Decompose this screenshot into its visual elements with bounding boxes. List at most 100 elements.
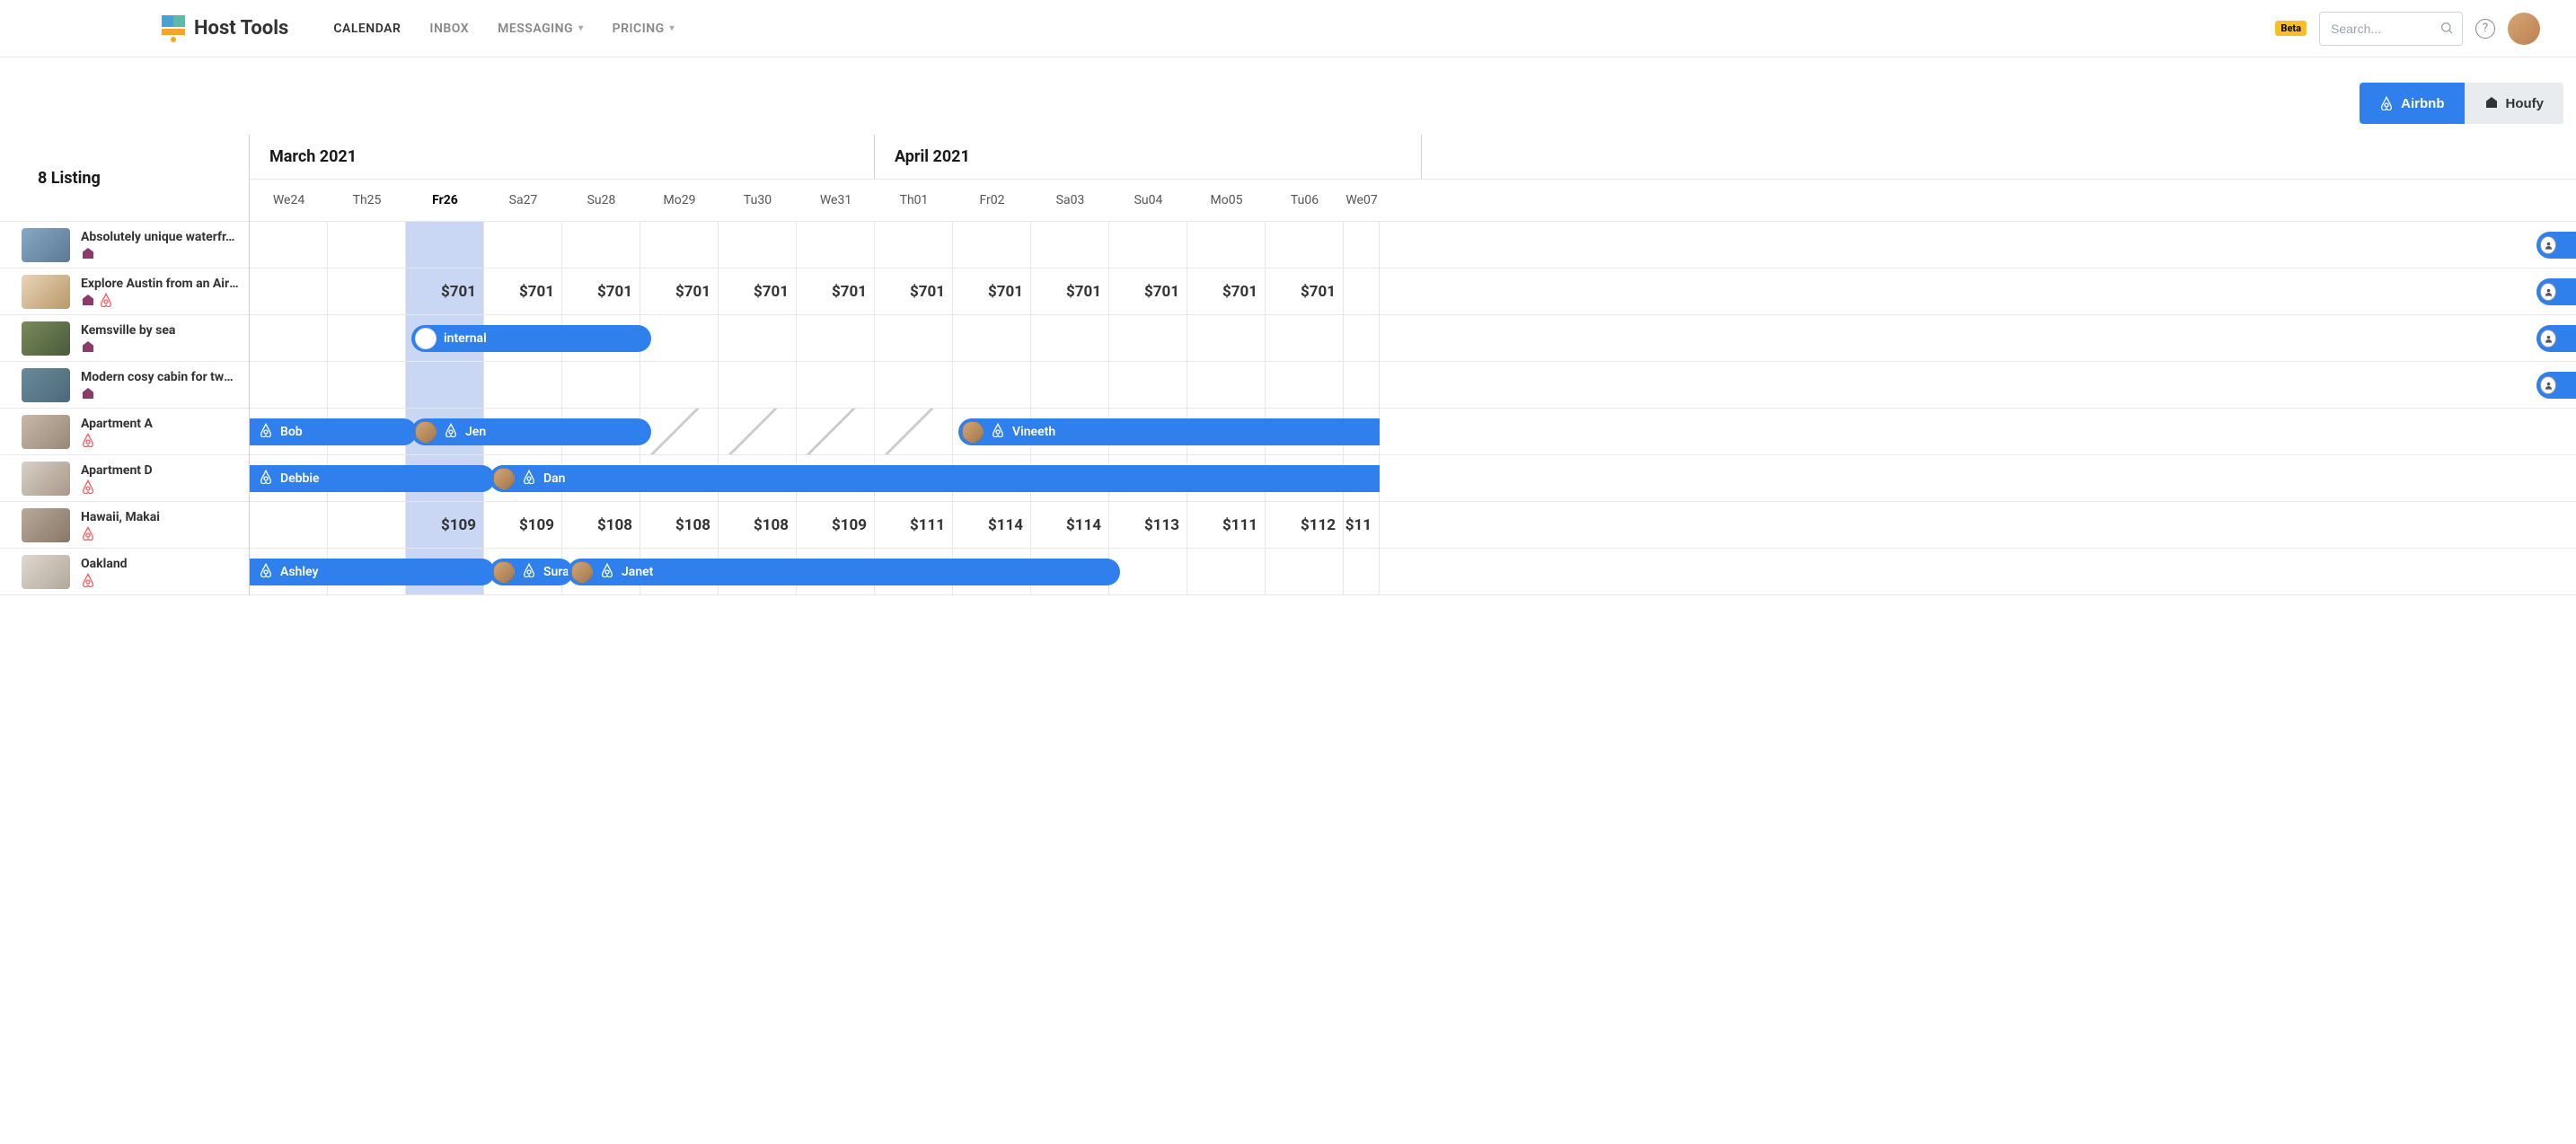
calendar-cell[interactable] — [797, 315, 875, 361]
calendar-cell[interactable] — [406, 222, 484, 268]
help-icon[interactable]: ? — [2475, 19, 2495, 39]
calendar-cell[interactable] — [328, 268, 406, 314]
calendar-cell[interactable] — [1109, 222, 1187, 268]
calendar-cell[interactable] — [1031, 222, 1109, 268]
calendar-cell[interactable] — [640, 362, 719, 408]
calendar-cell[interactable] — [250, 315, 328, 361]
calendar-cell[interactable] — [250, 502, 328, 548]
calendar-cell[interactable]: $701 — [1031, 268, 1109, 314]
calendar-cell[interactable] — [1266, 315, 1344, 361]
calendar-cell[interactable] — [719, 409, 797, 454]
booking-bar[interactable]: internal — [411, 325, 651, 352]
calendar-cell[interactable] — [406, 362, 484, 408]
calendar-cell[interactable]: $701 — [953, 268, 1031, 314]
listing-row[interactable]: Hawaii, Makai — [0, 502, 249, 549]
calendar-cell[interactable] — [1344, 549, 1380, 594]
calendar-cell[interactable] — [1344, 222, 1380, 268]
calendar-cell[interactable] — [1031, 315, 1109, 361]
booking-bar[interactable]: Debbie — [250, 465, 495, 492]
calendar-cell[interactable]: $111 — [875, 502, 953, 548]
calendar-cell[interactable] — [1266, 362, 1344, 408]
calendar-cell[interactable] — [875, 315, 953, 361]
calendar-cell[interactable] — [797, 222, 875, 268]
calendar-cell[interactable] — [719, 315, 797, 361]
row-booking-pills[interactable] — [2536, 278, 2576, 305]
calendar-cell[interactable]: $109 — [406, 502, 484, 548]
calendar-cell[interactable] — [797, 362, 875, 408]
calendar-cell[interactable] — [875, 409, 953, 454]
listing-row[interactable]: Absolutely unique waterfr… — [0, 222, 249, 268]
calendar-cell[interactable] — [719, 222, 797, 268]
listing-row[interactable]: Apartment D — [0, 455, 249, 502]
calendar-cell[interactable] — [562, 222, 640, 268]
calendar-cell[interactable]: $701 — [1187, 268, 1266, 314]
calendar-cell[interactable]: $701 — [562, 268, 640, 314]
calendar-cell[interactable] — [1031, 362, 1109, 408]
calendar-cell[interactable] — [1187, 315, 1266, 361]
calendar-cell[interactable] — [1109, 362, 1187, 408]
calendar-cell[interactable]: $701 — [1109, 268, 1187, 314]
calendar-cell[interactable] — [484, 362, 562, 408]
calendar-cell[interactable]: $701 — [484, 268, 562, 314]
booking-bar[interactable]: Ashley — [250, 559, 495, 585]
calendar-cell[interactable]: $114 — [953, 502, 1031, 548]
calendar-cell[interactable]: $11 — [1344, 502, 1380, 548]
booking-bar[interactable]: Bob — [250, 418, 417, 445]
calendar-cell[interactable]: $701 — [406, 268, 484, 314]
calendar-cell[interactable]: $701 — [1266, 268, 1344, 314]
calendar-cell[interactable]: $701 — [875, 268, 953, 314]
calendar-cell[interactable]: $114 — [1031, 502, 1109, 548]
user-avatar[interactable] — [2508, 13, 2540, 45]
calendar-cell[interactable]: $701 — [797, 268, 875, 314]
calendar-cell[interactable] — [1266, 222, 1344, 268]
calendar-cell[interactable] — [1187, 362, 1266, 408]
calendar-cell[interactable] — [250, 362, 328, 408]
calendar-cell[interactable] — [328, 362, 406, 408]
listing-row[interactable]: Explore Austin from an Airy, Moder… — [0, 268, 249, 315]
listing-row[interactable]: Kemsville by sea — [0, 315, 249, 362]
calendar-cell[interactable] — [1187, 549, 1266, 594]
calendar-cell[interactable] — [1109, 549, 1187, 594]
calendar-cell[interactable] — [719, 362, 797, 408]
calendar-cell[interactable] — [640, 222, 719, 268]
calendar-cell[interactable]: $701 — [640, 268, 719, 314]
calendar-cell[interactable] — [640, 315, 719, 361]
calendar-cell[interactable]: $108 — [719, 502, 797, 548]
row-booking-pills[interactable] — [2536, 232, 2576, 259]
calendar-cell[interactable] — [875, 222, 953, 268]
calendar-cell[interactable] — [484, 222, 562, 268]
calendar-cell[interactable]: $108 — [640, 502, 719, 548]
toggle-houfy[interactable]: Houfy — [2465, 83, 2564, 124]
row-booking-pills[interactable] — [2536, 372, 2576, 399]
calendar-cell[interactable] — [1109, 315, 1187, 361]
calendar-cell[interactable] — [1266, 549, 1344, 594]
calendar-cell[interactable] — [1344, 268, 1380, 314]
logo[interactable]: Host Tools — [162, 15, 288, 42]
calendar-cell[interactable] — [1187, 222, 1266, 268]
calendar-cell[interactable] — [640, 409, 719, 454]
calendar-cell[interactable]: $701 — [719, 268, 797, 314]
toggle-airbnb[interactable]: Airbnb — [2360, 83, 2464, 124]
booking-bar[interactable]: Sura — [490, 559, 573, 585]
nav-calendar[interactable]: CALENDAR — [333, 22, 401, 36]
calendar-cell[interactable] — [250, 268, 328, 314]
calendar-cell[interactable]: $113 — [1109, 502, 1187, 548]
booking-bar[interactable]: Dan — [490, 465, 1380, 492]
calendar-cell[interactable] — [953, 222, 1031, 268]
calendar-cell[interactable] — [797, 409, 875, 454]
calendar-cell[interactable] — [562, 362, 640, 408]
booking-bar[interactable]: Vineeth — [958, 418, 1380, 445]
row-booking-pills[interactable] — [2536, 325, 2576, 352]
calendar-cell[interactable] — [953, 362, 1031, 408]
nav-pricing[interactable]: PRICING ▾ — [613, 22, 675, 36]
calendar-cell[interactable] — [328, 502, 406, 548]
listing-row[interactable]: Apartment A — [0, 409, 249, 455]
listing-row[interactable]: Oakland — [0, 549, 249, 595]
calendar-cell[interactable] — [875, 362, 953, 408]
booking-bar[interactable]: Janet — [568, 559, 1120, 585]
calendar-cell[interactable]: $109 — [484, 502, 562, 548]
calendar-cell[interactable] — [1344, 315, 1380, 361]
calendar-cell[interactable]: $112 — [1266, 502, 1344, 548]
nav-inbox[interactable]: INBOX — [429, 22, 469, 36]
calendar-cell[interactable]: $111 — [1187, 502, 1266, 548]
